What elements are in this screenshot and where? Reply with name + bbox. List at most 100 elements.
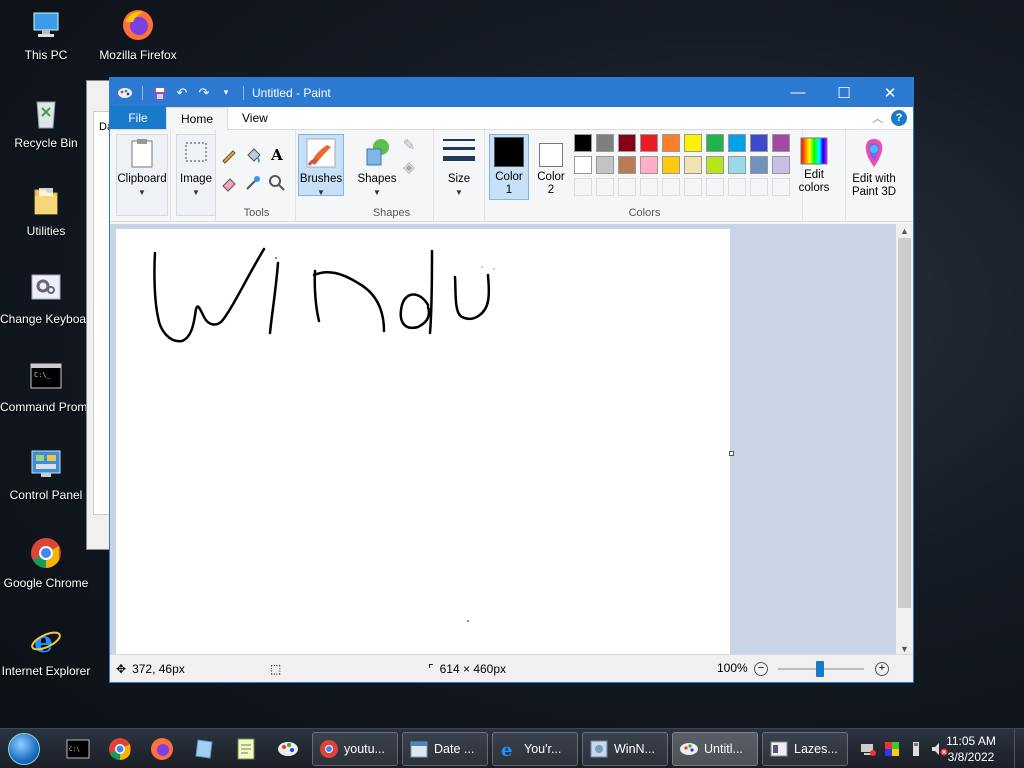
palette-swatch[interactable] [662,156,680,174]
taskbar-button-ie[interactable]: e You'r... [492,732,578,766]
desktop-icon-chrome[interactable]: Google Chrome [0,536,92,590]
taskbar-pin-paint[interactable] [270,733,306,765]
custom-color-slot[interactable] [596,178,614,196]
taskbar-button-date[interactable]: Date ... [402,732,488,766]
color1-button[interactable]: Color 1 [489,134,529,200]
palette-swatch[interactable] [640,156,658,174]
palette-swatch[interactable] [618,134,636,152]
text-tool-icon[interactable]: A [266,144,288,166]
tab-home[interactable]: Home [166,107,229,130]
taskbar-pin-notepad[interactable] [228,733,264,765]
desktop-icon-command-prompt[interactable]: C:\_ Command Prompt [0,360,92,414]
taskbar-pin-app[interactable] [186,733,222,765]
save-icon[interactable] [151,84,169,102]
custom-color-slot[interactable] [706,178,724,196]
palette-swatch[interactable] [706,134,724,152]
taskbar-button-lazes[interactable]: Lazes... [762,732,848,766]
pencil-icon[interactable] [218,144,240,166]
edit-colors-button[interactable]: Edit colors [793,134,835,200]
color-picker-icon[interactable] [242,172,264,194]
scroll-up-icon[interactable]: ▲ [896,224,913,238]
desktop-icon-this-pc[interactable]: This PC [0,8,92,62]
title-bar[interactable]: ↶ ↷ ▾ Untitled - Paint — ☐ ✕ [110,78,913,107]
palette-swatch[interactable] [750,134,768,152]
usb-drive-icon[interactable] [908,741,924,760]
fill-shape-icon[interactable]: ◈ [398,156,420,178]
palette-swatch[interactable] [772,156,790,174]
shapes-button[interactable]: Shapes ▼ [356,134,398,198]
canvas-area[interactable] [110,224,898,656]
palette-swatch[interactable] [684,156,702,174]
palette-swatch[interactable] [640,134,658,152]
palette-swatch[interactable] [684,134,702,152]
custom-color-slot[interactable] [684,178,702,196]
palette-swatch[interactable] [706,156,724,174]
custom-color-slot[interactable] [662,178,680,196]
help-icon[interactable]: ? [891,110,907,126]
magnifier-icon[interactable] [266,172,288,194]
palette-swatch[interactable] [596,156,614,174]
resize-handle[interactable] [729,451,734,456]
drawing-canvas[interactable] [116,229,730,656]
outline-icon[interactable]: ✎ [398,134,420,156]
color-icon[interactable] [884,741,900,760]
palette-swatch[interactable] [596,134,614,152]
collapse-ribbon-icon[interactable]: ︿ [872,110,883,126]
desktop-icon-utilities[interactable]: Utilities [0,184,92,238]
eraser-icon[interactable] [218,172,240,194]
customize-toolbar-icon[interactable]: ▾ [217,84,235,102]
edit-with-paint3d-button[interactable]: Edit with Paint 3D [848,134,900,200]
zoom-in-button[interactable]: + [875,662,889,676]
zoom-out-button[interactable]: − [754,662,768,676]
custom-color-slot[interactable] [640,178,658,196]
custom-color-slot[interactable] [618,178,636,196]
paint3d-label: Edit with [852,173,896,185]
desktop-icon-internet-explorer[interactable]: e Internet Explorer [0,624,92,678]
scrollbar-thumb[interactable] [898,238,911,608]
paint-window[interactable]: ↶ ↷ ▾ Untitled - Paint — ☐ ✕ File Home V… [109,77,914,683]
desktop-icon-recycle-bin[interactable]: Recycle Bin [0,96,92,150]
tab-file[interactable]: File [110,106,166,129]
fill-icon[interactable] [242,144,264,166]
palette-swatch[interactable] [728,134,746,152]
undo-icon[interactable]: ↶ [173,84,191,102]
system-tray: 11:05 AM 3/8/2022 [854,729,1024,768]
palette-swatch[interactable] [772,134,790,152]
palette-swatch[interactable] [662,134,680,152]
paint-app-icon[interactable] [116,84,134,102]
custom-color-slot[interactable] [574,178,592,196]
palette-swatch[interactable] [750,156,768,174]
taskbar-pin-chrome[interactable] [102,733,138,765]
desktop-icon-keyboard-layout[interactable]: Change Keyboard Layout [0,272,92,326]
size-button[interactable]: Size ▼ [437,134,481,198]
image-button[interactable]: Image ▼ [176,134,216,216]
close-button[interactable]: ✕ [867,78,913,107]
color2-button[interactable]: Color 2 [531,134,571,200]
palette-swatch[interactable] [574,134,592,152]
vertical-scrollbar[interactable]: ▲ ▼ [896,224,913,656]
minimize-button[interactable]: — [775,78,821,107]
palette-swatch[interactable] [618,156,636,174]
taskbar-button-chrome-youtube[interactable]: youtu... [312,732,398,766]
redo-icon[interactable]: ↷ [195,84,213,102]
start-button[interactable] [4,731,44,767]
tab-view[interactable]: View [228,106,282,129]
show-desktop-button[interactable] [1014,729,1024,768]
network-icon[interactable] [860,741,876,760]
custom-color-slot[interactable] [750,178,768,196]
taskbar-button-winn[interactable]: WinN... [582,732,668,766]
desktop-icon-firefox[interactable]: Mozilla Firefox [92,8,184,62]
maximize-button[interactable]: ☐ [821,78,867,107]
custom-color-slot[interactable] [772,178,790,196]
clock[interactable]: 11:05 AM 3/8/2022 [936,733,1006,765]
taskbar-pin-firefox[interactable] [144,733,180,765]
zoom-slider-thumb[interactable] [816,661,824,677]
desktop-icon-control-panel[interactable]: Control Panel [0,448,92,502]
taskbar-pin-cmd[interactable]: C:\ [60,733,96,765]
palette-swatch[interactable] [574,156,592,174]
clipboard-button[interactable]: Clipboard ▼ [116,134,168,216]
taskbar-button-paint[interactable]: Untitl... [672,732,758,766]
custom-color-slot[interactable] [728,178,746,196]
brushes-button[interactable]: Brushes ▼ [298,134,344,197]
palette-swatch[interactable] [728,156,746,174]
